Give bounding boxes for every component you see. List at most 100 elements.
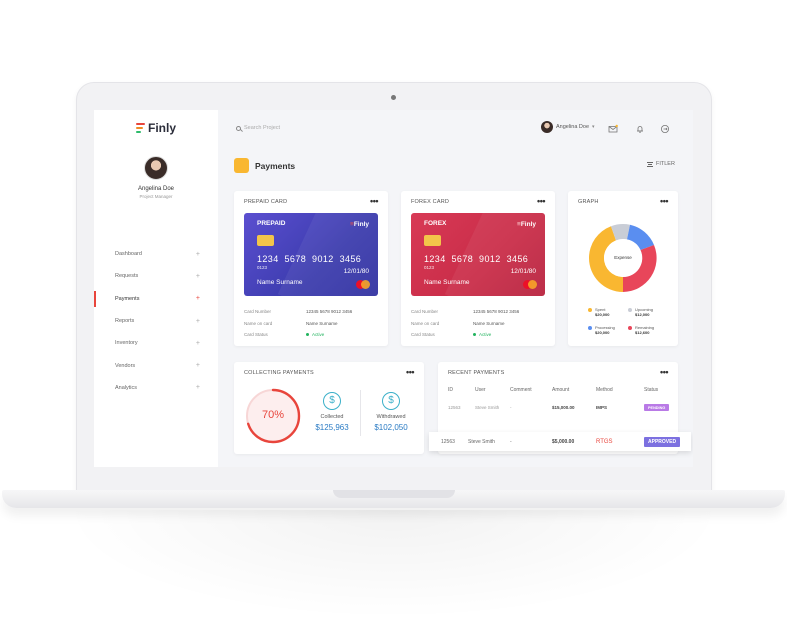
sidebar-item-inventory[interactable]: Inventory + — [94, 332, 218, 354]
cell-user: Steve Smith — [475, 405, 500, 410]
cell-comment: - — [510, 438, 512, 445]
graph-legend: Spent $20,000 Upcoming $12,000 Processing $… — [588, 307, 668, 335]
column-header: ID — [448, 386, 453, 393]
sidebar-item-label: Analytics — [115, 384, 138, 391]
credit-card[interactable]: FOREX ≡Finly 1234 5678 9012 3456 0123 12… — [411, 213, 545, 296]
card-info: Card Number 12345 5678 9012 3456 Name on … — [411, 306, 547, 341]
filter-button[interactable]: FITLER — [647, 161, 675, 167]
page-title: Payments — [255, 160, 296, 171]
payments-icon — [234, 158, 249, 173]
credit-card[interactable]: PREPAID ≡Finly 1234 5678 9012 3456 0123 … — [244, 213, 378, 296]
cell-id: 12563 — [448, 405, 461, 410]
card-small-number: 0123 — [424, 265, 435, 270]
avatar[interactable] — [144, 156, 168, 180]
cell-amount: $5,000.00 — [552, 438, 575, 445]
logo-text: Finly — [148, 121, 177, 135]
search-icon — [236, 125, 241, 131]
sidebar-item-vendors[interactable]: Vendors + — [94, 354, 218, 376]
more-options-icon[interactable]: ••• — [660, 196, 668, 206]
card-type: PREPAID — [257, 220, 286, 227]
user-role: Project Manager — [139, 194, 173, 199]
chip-icon — [424, 235, 441, 246]
legend-item: Processing $20,000 — [588, 325, 628, 335]
sidebar-item-label: Dashboard — [115, 251, 142, 258]
cell-method: RTGS — [596, 438, 613, 445]
camera — [391, 95, 396, 100]
mastercard-icon — [523, 280, 537, 289]
bell-icon[interactable] — [635, 124, 645, 134]
legend-item: Upcoming $12,000 — [628, 307, 668, 317]
page-header: Payments — [234, 158, 295, 173]
column-header: Comment — [510, 386, 532, 393]
user-name: Angelina Doe — [137, 186, 175, 192]
withdrawed-stat: $ Withdrawed $102,050 — [363, 392, 419, 432]
sidebar-item-dashboard[interactable]: Dashboard + — [94, 243, 218, 265]
card-holder: Name Surname — [424, 279, 470, 286]
filter-icon — [647, 161, 653, 167]
panel-title: GRAPH — [578, 199, 599, 205]
sidebar-item-analytics[interactable]: Analytics + — [94, 377, 218, 399]
status-badge: Active — [473, 332, 491, 337]
more-options-icon[interactable]: ••• — [406, 367, 414, 377]
status-badge: PENDING — [644, 404, 684, 411]
mastercard-icon — [356, 280, 370, 289]
top-user-name: Angelina Doe — [556, 124, 590, 130]
collecting-payments-panel: COLLECTING PAYMENTS ••• 70% $ Collected … — [234, 362, 424, 454]
collected-stat: $ Collected $125,963 — [304, 392, 360, 432]
cell-user: Steve Smith — [468, 438, 495, 445]
user-menu[interactable]: Angelina Doe ▾ — [541, 121, 595, 133]
legend-item: Remaining $12,600 — [628, 325, 668, 335]
logo-icon — [136, 123, 145, 133]
info-key: Card Number — [411, 309, 439, 315]
info-key: Card Status — [411, 332, 435, 338]
forex-card-panel: FOREX CARD ••• FOREX ≡Finly 1234 5678 90… — [401, 191, 555, 346]
withdrawed-value: $102,050 — [374, 423, 408, 432]
legend-item: Spent $20,000 — [588, 307, 628, 317]
panel-title: PREPAID CARD — [244, 199, 288, 205]
card-number: 1234 5678 9012 3456 — [257, 254, 362, 264]
sidebar-item-label: Requests — [115, 273, 139, 280]
card-expiry: 12/01/80 — [510, 268, 536, 275]
card-holder: Name Surname — [257, 279, 303, 286]
sidebar-item-requests[interactable]: Requests + — [94, 265, 218, 287]
plus-icon: + — [195, 272, 200, 280]
info-value: Name Surname — [473, 320, 505, 326]
info-value: 12345 5678 9012 3456 — [306, 309, 353, 315]
recent-payments-panel: RECENT PAYMENTS ••• ID User Comment Amou… — [429, 362, 691, 454]
laptop-shadow — [60, 510, 727, 620]
plus-icon: + — [195, 339, 200, 347]
search-input[interactable]: Search Project — [236, 125, 280, 131]
info-key: Name on card — [244, 320, 273, 326]
info-value: 12345 5678 9012 3456 — [473, 309, 520, 315]
progress-percent: 70% — [261, 409, 285, 421]
panel-title: FOREX CARD — [411, 199, 450, 205]
info-key: Card Status — [244, 332, 268, 338]
laptop-notch — [333, 490, 455, 498]
card-brand: ≡Finly — [350, 221, 369, 228]
sidebar-item-reports[interactable]: Reports + — [94, 310, 218, 332]
card-number: 1234 5678 9012 3456 — [424, 254, 529, 264]
card-small-number: 0123 — [257, 265, 268, 270]
plus-icon: + — [195, 317, 200, 325]
column-header: Status — [644, 386, 659, 393]
card-brand: ≡Finly — [517, 221, 536, 228]
logo[interactable]: Finly — [136, 121, 176, 135]
more-options-icon[interactable]: ••• — [660, 367, 668, 377]
card-info: Card Number 12345 5678 9012 3456 Name on … — [244, 306, 380, 341]
more-options-icon[interactable]: ••• — [370, 196, 378, 206]
plus-icon: + — [195, 384, 200, 392]
more-options-icon[interactable]: ••• — [537, 196, 545, 206]
prepaid-card-panel: PREPAID CARD ••• PREPAID ≡Finly 1234 567… — [234, 191, 388, 346]
graph-panel: GRAPH ••• Expense Spent $20,000 Upcoming $… — [568, 191, 678, 346]
dollar-icon: $ — [382, 392, 400, 410]
sidebar-item-payments[interactable]: Payments + — [94, 288, 218, 310]
mail-icon[interactable] — [608, 124, 618, 134]
table-row-highlighted[interactable]: 12563 Steve Smith - $5,000.00 RTGS APPRO… — [429, 432, 691, 451]
cell-method: IMPS — [596, 405, 608, 410]
column-header: Method — [596, 386, 613, 393]
info-value: Name Surname — [306, 320, 338, 326]
logout-icon[interactable] — [660, 124, 670, 134]
status-badge: APPROVED — [644, 436, 684, 447]
table-row[interactable]: 12563 Steve Smith - $15,000.00 IMPS PEND… — [438, 399, 690, 416]
status-badge: Active — [306, 332, 324, 337]
